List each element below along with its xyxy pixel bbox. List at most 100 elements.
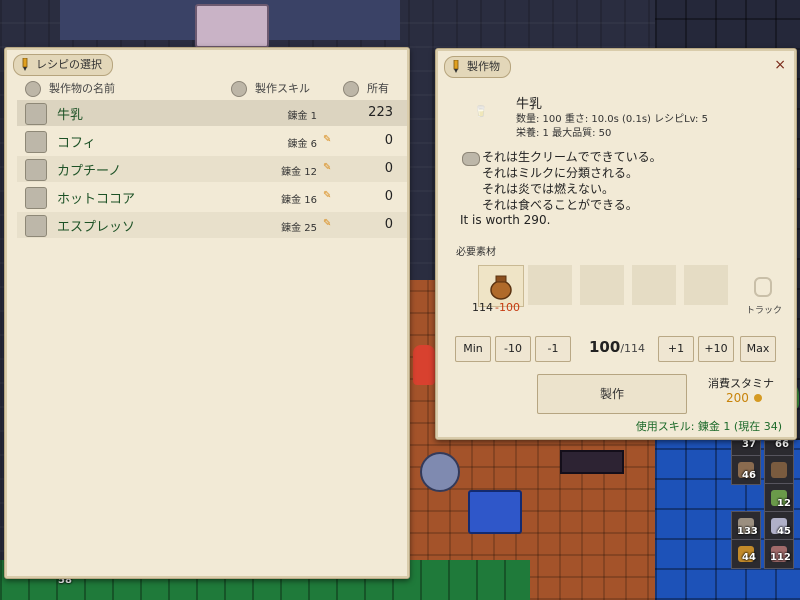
recipe-name: 牛乳 — [57, 108, 84, 123]
cauldron — [420, 452, 460, 492]
min-button[interactable]: Min — [455, 336, 491, 362]
recipe-row-milk[interactable]: 牛乳 錬金 1 223 — [17, 100, 407, 126]
description-line: それは食べることができる。 — [482, 198, 638, 212]
missing-material-icon: ✎ — [323, 190, 332, 201]
material-slot-empty — [528, 265, 572, 305]
column-header-name[interactable]: 製作物の名前 — [49, 80, 115, 98]
player-character[interactable] — [413, 345, 435, 385]
recipe-name: エスプレッソ — [57, 220, 136, 235]
slot-count: 44 — [742, 552, 756, 563]
missing-material-icon: ✎ — [323, 162, 332, 173]
milk-bottle-icon — [25, 103, 47, 125]
material-owned: 114 — [472, 301, 493, 314]
stamina-icon — [754, 394, 762, 402]
cup-icon — [25, 187, 47, 209]
recipe-name: ホットココア — [57, 192, 136, 207]
detail-panel-tab: 製作物 — [444, 56, 511, 78]
recipe-row-espresso[interactable]: エスプレッソ 錬金 25 ✎ 0 — [17, 212, 407, 238]
description-line: それは炎では燃えない。 — [482, 182, 615, 196]
missing-material-icon: ✎ — [323, 218, 332, 229]
inventory-slot[interactable]: 44 — [731, 539, 761, 569]
recipe-row-cappuccino[interactable]: カプチーノ 錬金 12 ✎ 0 — [17, 156, 407, 182]
description-line: それは生クリームでできている。 — [482, 150, 662, 164]
pen-icon — [453, 60, 459, 73]
slot-count: 37 — [742, 439, 756, 450]
info-icon — [462, 152, 480, 166]
product-detail-panel: 製作物 × 🥛 牛乳 数量: 100 重さ: 10.0s (0.1s) レシピL… — [435, 48, 797, 440]
stamina-label: 消費スタミナ — [708, 377, 774, 390]
recipe-owned: 0 — [384, 161, 393, 176]
track-icon[interactable] — [754, 277, 772, 297]
max-button[interactable]: Max — [740, 336, 776, 362]
work-table — [560, 450, 624, 474]
material-count: 114 -100 — [472, 301, 520, 314]
column-header-skill[interactable]: 製作スキル — [255, 80, 310, 98]
missing-material-icon: ✎ — [323, 134, 332, 145]
minus-10-button[interactable]: -10 — [495, 336, 531, 362]
recipe-list-panel: レシピの選択 製作物の名前 製作スキル 所有 牛乳 錬金 1 223 コフィ 錬… — [4, 47, 410, 579]
sort-icon[interactable] — [25, 81, 41, 97]
stats-line-2: 栄養: 1 最大品質: 50 — [516, 128, 612, 139]
crafting-machine — [468, 490, 522, 534]
crate — [195, 4, 269, 48]
recipe-skill: 錬金 25 — [281, 223, 317, 234]
slot-count: 133 — [737, 526, 758, 537]
product-name: 牛乳 — [516, 97, 543, 112]
quantity-value: 100 — [589, 338, 621, 356]
material-consumed: -100 — [495, 301, 520, 314]
recipe-owned: 0 — [384, 189, 393, 204]
inventory-slot[interactable]: 12 — [764, 483, 794, 513]
cup-icon — [25, 131, 47, 153]
inventory-slot[interactable] — [764, 455, 794, 485]
slot-count: 112 — [770, 552, 791, 563]
detail-panel-title: 製作物 — [467, 60, 500, 73]
inventory-slot[interactable]: 133 — [731, 511, 761, 541]
inventory-slot[interactable]: 46 — [731, 455, 761, 485]
quantity-max: /114 — [620, 342, 646, 355]
recipe-panel-title: レシピの選択 — [36, 58, 102, 71]
recipe-panel-tab: レシピの選択 — [13, 54, 113, 76]
recipe-name: コフィ — [57, 136, 96, 151]
materials-label: 必要素材 — [456, 247, 496, 258]
cup-icon — [25, 159, 47, 181]
jug-icon — [490, 275, 512, 300]
product-description: それは生クリームでできている。 それはミルクに分類される。 それは炎では燃えない… — [482, 149, 662, 213]
recipe-owned: 0 — [384, 217, 393, 232]
recipe-skill: 錬金 12 — [281, 167, 317, 178]
material-slot-empty — [580, 265, 624, 305]
minus-1-button[interactable]: -1 — [535, 336, 571, 362]
recipe-skill: 錬金 16 — [281, 195, 317, 206]
item-icon — [771, 462, 787, 478]
recipe-row-coffee[interactable]: コフィ 錬金 6 ✎ 0 — [17, 128, 407, 154]
quantity-display: 100/114 — [589, 338, 645, 356]
recipe-owned: 0 — [384, 133, 393, 148]
column-header-owned[interactable]: 所有 — [367, 80, 389, 98]
material-slot-empty — [632, 265, 676, 305]
craft-button[interactable]: 製作 — [537, 374, 687, 414]
inventory-slot[interactable]: 45 — [764, 511, 794, 541]
recipe-skill: 錬金 6 — [287, 139, 317, 150]
product-stats: 数量: 100 重さ: 10.0s (0.1s) レシピLv: 5 栄養: 1 … — [516, 113, 708, 141]
slot-count: 46 — [742, 470, 756, 481]
plus-10-button[interactable]: +10 — [698, 336, 734, 362]
recipe-row-hot-cocoa[interactable]: ホットココア 錬金 16 ✎ 0 — [17, 184, 407, 210]
slot-count: 12 — [777, 498, 791, 509]
close-icon[interactable]: × — [774, 57, 786, 73]
skill-used-text: 使用スキル: 錬金 1 (現在 34) — [635, 420, 782, 433]
stamina-value: 200 — [726, 391, 749, 405]
recipe-name: カプチーノ — [57, 164, 122, 179]
material-slot-empty — [684, 265, 728, 305]
stats-line-1: 数量: 100 重さ: 10.0s (0.1s) レシピLv: 5 — [516, 114, 708, 125]
cup-icon — [25, 215, 47, 237]
slot-count: 45 — [777, 526, 791, 537]
recipe-owned: 223 — [368, 105, 393, 120]
pen-icon — [22, 58, 28, 71]
sort-icon[interactable] — [343, 81, 359, 97]
track-label[interactable]: トラック — [746, 303, 782, 316]
recipe-skill: 錬金 1 — [287, 111, 317, 122]
sort-icon[interactable] — [231, 81, 247, 97]
worth-text: It is worth 290. — [460, 213, 551, 227]
slot-count: 66 — [775, 439, 789, 450]
plus-1-button[interactable]: +1 — [658, 336, 694, 362]
inventory-slot[interactable]: 112 — [764, 539, 794, 569]
